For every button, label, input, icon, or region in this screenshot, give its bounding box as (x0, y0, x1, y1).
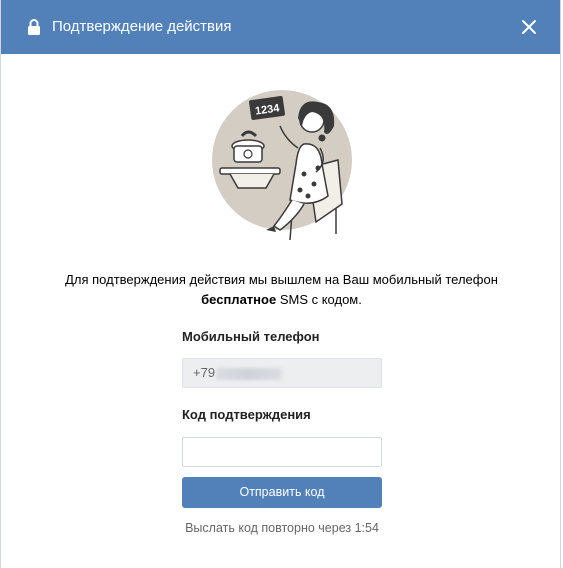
code-label: Код подтверждения (182, 407, 311, 422)
send-code-button[interactable]: Отправить код (182, 477, 382, 508)
sms-illustration: 1234 (212, 90, 352, 241)
phone-value: +79 (193, 365, 216, 380)
confirm-action-dialog: Подтверждение действия 1234 Для подтверж… (0, 0, 561, 568)
lock-icon (28, 19, 40, 35)
phone-label: Мобильный телефон (182, 329, 320, 344)
resend-timer-text: Выслать код повторно через 1:54 (185, 521, 379, 535)
description: Для подтверждения действия мы вышлем на … (31, 270, 532, 310)
description-line1: Для подтверждения действия мы вышлем на … (65, 272, 498, 287)
code-input[interactable] (182, 437, 382, 467)
description-bold: бесплатное (201, 292, 277, 307)
dialog-header: Подтверждение действия (1, 0, 560, 54)
phone-redacted (216, 367, 283, 380)
phone-field: +79 (182, 358, 382, 388)
close-icon[interactable] (520, 18, 538, 36)
description-rest: SMS с кодом. (276, 292, 362, 307)
dialog-title: Подтверждение действия (52, 18, 232, 35)
